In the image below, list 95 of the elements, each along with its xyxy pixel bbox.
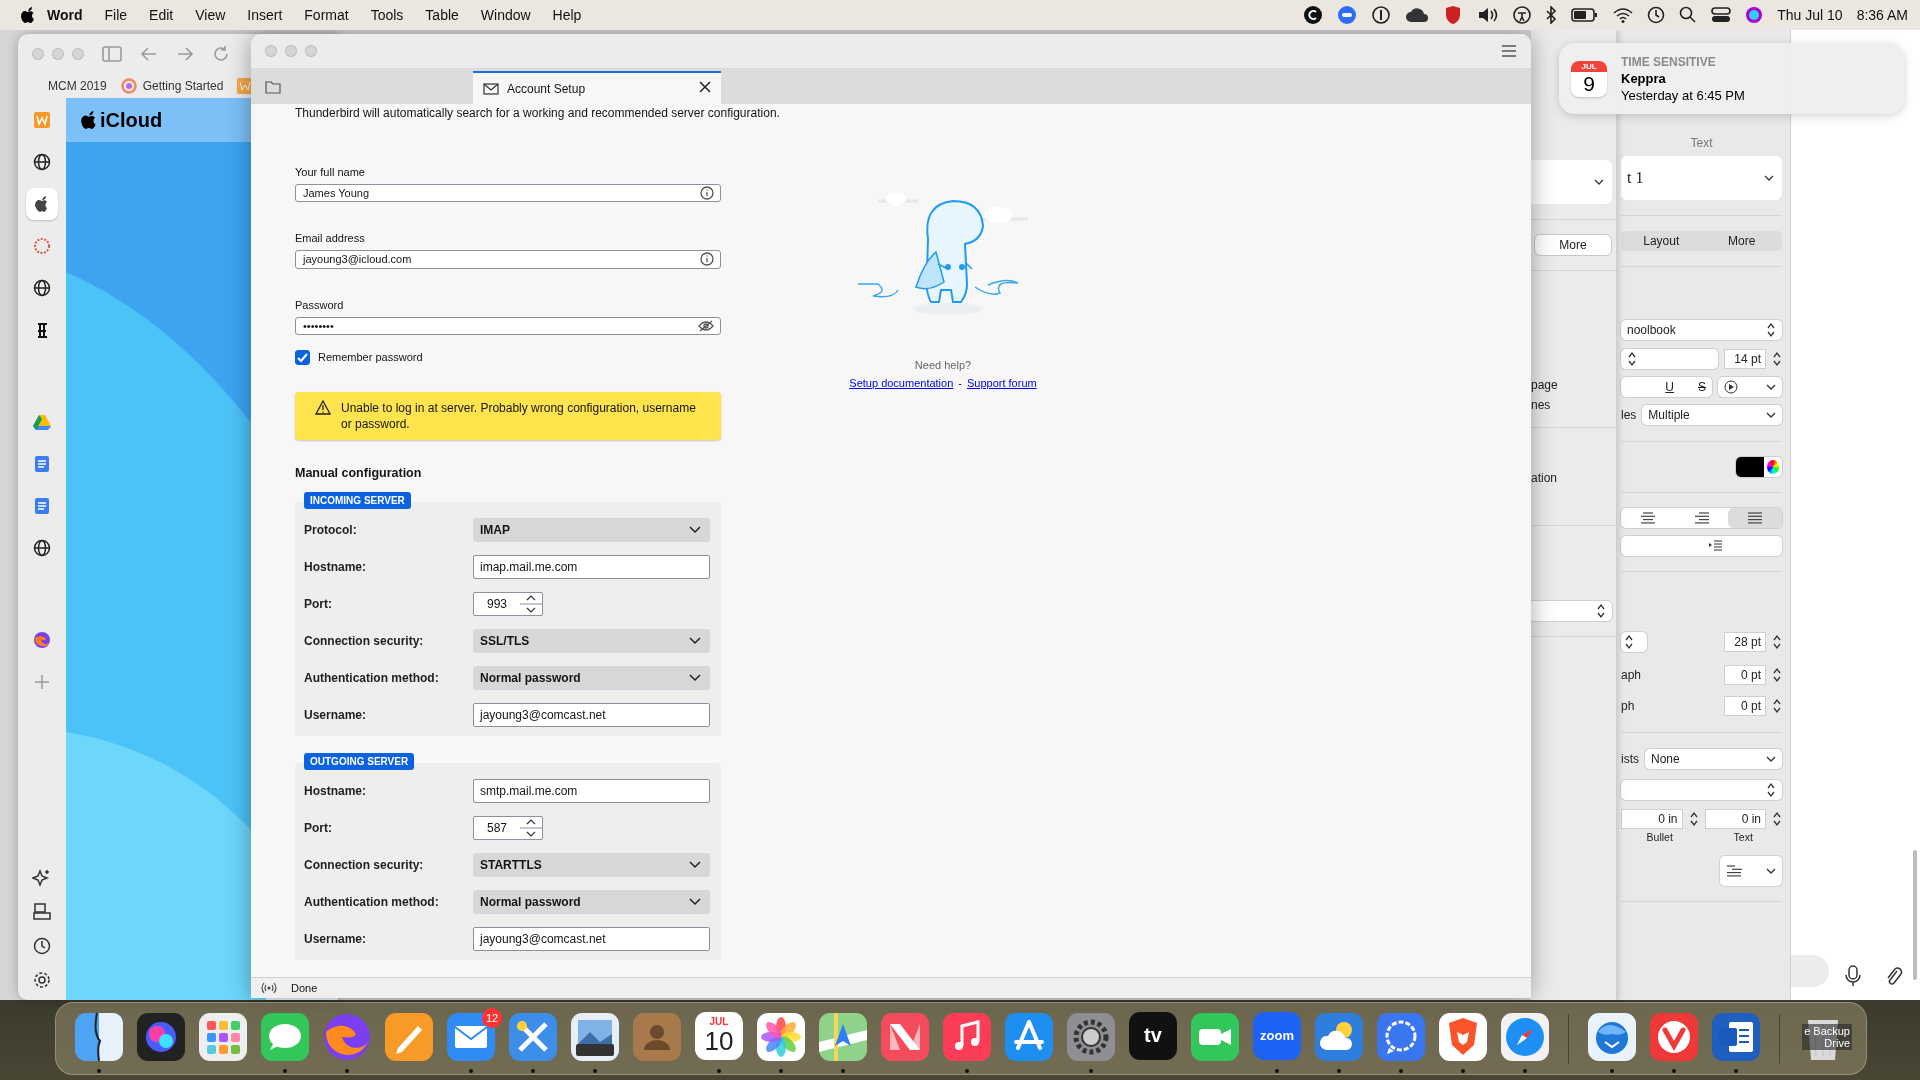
label-text: les <box>1621 408 1637 422</box>
field-label: Authentication method: <box>304 671 440 685</box>
dropdown[interactable]: Normal password <box>473 666 710 690</box>
label-text: ation <box>1531 471 1559 485</box>
size-field[interactable]: 14 pt <box>1724 349 1766 369</box>
field-label: Hostname: <box>304 560 367 574</box>
port-field[interactable]: 993 <box>473 592 543 616</box>
dropdown[interactable]: STARTTLS <box>473 853 710 877</box>
intro-text: Thunderbird will automatically search for a working and recommended server configuration. <box>295 106 780 121</box>
field-label: Connection security: <box>304 634 425 648</box>
notification-title: Keppra <box>1621 70 1667 86</box>
badge: 12 <box>482 1007 502 1028</box>
underline-button[interactable]: U <box>1665 380 1674 394</box>
help-title: Need help? <box>914 359 972 371</box>
text-field[interactable]: jayoung3@comcast.net <box>473 927 710 951</box>
icon-label: zoom <box>1260 1028 1294 1043</box>
field-label: Authentication method: <box>304 895 440 909</box>
text-field[interactable]: jayoung3@comcast.net <box>473 703 710 727</box>
status-text: Done <box>291 982 318 994</box>
strikethrough-button[interactable]: S <box>1698 380 1706 394</box>
icon-label: tv <box>1144 1024 1162 1047</box>
port-field[interactable]: 587 <box>473 816 543 840</box>
dropdown[interactable]: Normal password <box>473 890 710 914</box>
separator-text: - <box>958 377 962 389</box>
calendar-day: 10 <box>704 1026 734 1055</box>
menu-item[interactable]: File <box>93 7 139 23</box>
indent-field[interactable]: 0 in <box>1704 809 1766 829</box>
label-text: ists <box>1621 752 1639 766</box>
label-text: ph <box>1621 699 1636 713</box>
panel-tab[interactable]: Text <box>1690 136 1713 150</box>
browser-tab[interactable]: Getting Started <box>120 78 224 94</box>
label-text: aph <box>1621 668 1643 682</box>
tab-title: Account Setup <box>507 81 586 96</box>
menu-item[interactable]: Table <box>414 7 470 23</box>
menubar-date[interactable]: Thu Jul 10 <box>1777 7 1843 23</box>
calendar-icon[interactable]: JUL 10 <box>695 1011 743 1060</box>
label-text: page <box>1531 378 1559 392</box>
field-label: Hostname: <box>304 784 367 798</box>
section-badge: OUTGOING SERVER <box>304 753 415 770</box>
site-title[interactable]: iCloud <box>100 108 163 132</box>
tv-icon[interactable]: tv <box>1129 1011 1177 1060</box>
field-label: Username: <box>304 932 368 946</box>
dropdown[interactable]: SSL/TLS <box>473 629 710 653</box>
font-dropdown[interactable]: noolbook <box>1621 320 1782 340</box>
text-field[interactable]: •••••••• <box>295 316 721 335</box>
link[interactable]: Support forum <box>966 377 1037 389</box>
style-dropdown[interactable]: t 1 <box>1621 156 1782 200</box>
menu-item[interactable]: View <box>184 7 237 23</box>
dropdown[interactable]: None <box>1645 749 1782 769</box>
field-label: Email address <box>295 232 366 245</box>
spacing-field[interactable]: 28 pt <box>1724 632 1766 652</box>
menu-item[interactable]: Format <box>293 7 360 23</box>
text-field[interactable]: James Young <box>295 184 721 203</box>
menu-item[interactable]: Insert <box>236 7 294 23</box>
spacing-field[interactable]: 0 pt <box>1724 696 1766 716</box>
spacing-field[interactable]: 0 pt <box>1724 665 1766 685</box>
field-caption: Bullet <box>1645 831 1674 843</box>
field-label: Connection security: <box>304 858 425 872</box>
tab-button[interactable]: More <box>1535 235 1611 255</box>
warning-text: Unable to log in at server. Probably wrong configuration, username or password. <box>341 400 697 432</box>
field-label: Username: <box>304 708 368 722</box>
calendar-month: JUL <box>709 1015 729 1027</box>
browser-tab[interactable]: MCM 2019 <box>48 79 107 93</box>
dropdown[interactable]: Multiple <box>1642 405 1782 425</box>
link[interactable]: Setup documentation <box>849 377 954 389</box>
indent-field[interactable]: 0 in <box>1621 809 1683 829</box>
menu-item[interactable]: Edit <box>138 7 185 23</box>
text-field[interactable]: jayoung3@icloud.com <box>295 250 721 269</box>
calendar-month: JUL <box>1571 60 1607 72</box>
app-menu[interactable]: Word <box>36 7 94 23</box>
text-field[interactable]: imap.mail.me.com <box>473 555 710 579</box>
section-title: Manual configuration <box>295 466 423 480</box>
menu-item[interactable]: Tools <box>359 7 415 23</box>
menu-item[interactable]: Help <box>541 7 593 23</box>
calendar-day: 9 <box>1583 71 1595 96</box>
tab-button[interactable]: Layout <box>1621 231 1702 251</box>
menu-item[interactable]: Window <box>469 7 542 23</box>
dropdown[interactable]: IMAP <box>473 518 710 542</box>
text-field[interactable]: smtp.mail.me.com <box>473 779 710 803</box>
field-label: Your full name <box>295 166 366 178</box>
notification-tag: TIME SENSITIVE <box>1621 54 1745 69</box>
checkbox-label: Remember password <box>318 351 423 364</box>
video-app-icon[interactable]: zoom <box>1253 1011 1301 1060</box>
field-caption: Text <box>1732 831 1754 843</box>
tab[interactable]: Account Setup <box>473 71 721 104</box>
field-label: Port: <box>304 821 333 835</box>
notification-time: Yesterday at 6:45 PM <box>1621 87 1745 103</box>
menubar-time[interactable]: 8:36 AM <box>1856 7 1908 23</box>
drive-label: e Backup Drive <box>1802 1023 1852 1050</box>
field-label: Password <box>295 298 345 311</box>
field-label: Port: <box>304 597 333 611</box>
section-badge: INCOMING SERVER <box>304 492 411 509</box>
tab-button[interactable]: More <box>1701 231 1782 251</box>
label-text: nes <box>1531 398 1552 412</box>
field-label: Protocol: <box>304 523 358 537</box>
